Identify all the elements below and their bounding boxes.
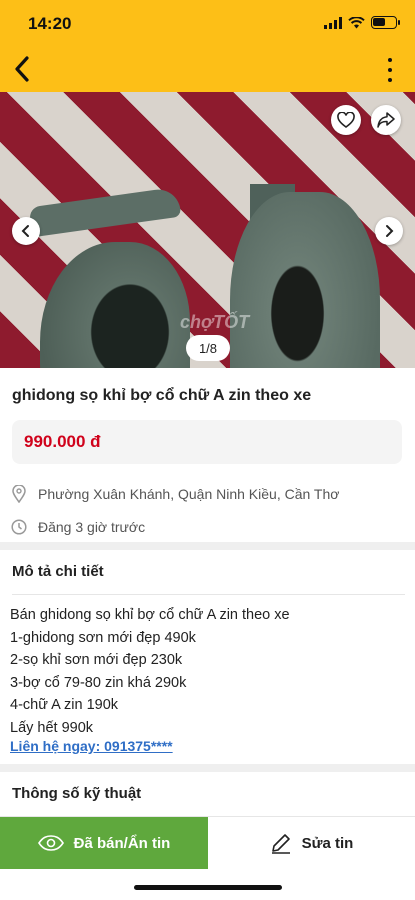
status-time: 14:20 (28, 14, 72, 33)
listing-price: 990.000 đ (24, 432, 101, 451)
section-divider (0, 542, 415, 550)
contact-link[interactable]: Liên hệ ngay: 091375**** (10, 738, 173, 754)
edit-listing-button[interactable]: Sửa tin (208, 817, 415, 869)
price-box: 990.000 đ (12, 420, 402, 464)
product-photo-part (40, 242, 190, 368)
action-bar: Đã bán/Ẩn tin Sửa tin (0, 816, 415, 869)
chevron-left-icon (15, 56, 29, 82)
divider (12, 594, 405, 595)
section-divider (0, 764, 415, 772)
eye-icon (37, 835, 64, 851)
description-line: 1-ghidong sơn mới đẹp 490k (10, 629, 196, 646)
product-photo-part (230, 192, 380, 368)
chevron-left-icon (21, 225, 29, 237)
location-text: Phường Xuân Khánh, Quận Ninh Kiều, Cần T… (38, 486, 340, 502)
image-counter: 1/8 (186, 335, 230, 361)
specs-heading: Thông số kỹ thuật (12, 785, 142, 802)
description-line: Bán ghidong sọ khỉ bợ cổ chữ A zin theo … (10, 607, 290, 623)
product-photo-part (28, 186, 182, 238)
more-options-button[interactable] (385, 58, 395, 82)
edit-listing-label: Sửa tin (301, 834, 354, 852)
back-button[interactable] (8, 54, 36, 84)
heart-icon (337, 112, 355, 128)
vertical-dots-icon (388, 58, 392, 62)
description-line: 4-chữ A zin 190k (10, 697, 119, 713)
watermark: chợTỐT (180, 312, 250, 332)
next-image-button[interactable] (375, 217, 403, 245)
battery-level (373, 18, 385, 26)
mark-sold-label: Đã bán/Ẩn tin (73, 834, 171, 852)
share-icon (377, 112, 395, 128)
battery-icon (371, 16, 400, 29)
status-icons (324, 16, 400, 29)
signal-icon (324, 16, 342, 29)
location-row: Phường Xuân Khánh, Quận Ninh Kiều, Cần T… (10, 485, 339, 503)
share-button[interactable] (371, 105, 401, 135)
description-line: Lấy hết 990k (10, 719, 94, 736)
chevron-right-icon (386, 225, 394, 237)
posted-time: Đăng 3 giờ trước (38, 519, 146, 535)
home-indicator (134, 885, 282, 890)
posted-row: Đăng 3 giờ trước (10, 518, 145, 536)
previous-image-button[interactable] (12, 217, 40, 245)
favorite-button[interactable] (331, 105, 361, 135)
app-header: 14:20 (0, 0, 415, 92)
mark-sold-button[interactable]: Đã bán/Ẩn tin (0, 817, 208, 869)
location-pin-icon (10, 485, 28, 503)
clock-icon (10, 518, 28, 536)
wifi-icon (348, 16, 365, 28)
pencil-icon (271, 834, 290, 854)
description-line: 2-sọ khỉ sơn mới đẹp 230k (10, 652, 183, 668)
image-gallery[interactable]: chợTỐT 1/8 (0, 92, 415, 368)
description-line: 3-bợ cổ 79-80 zin khá 290k (10, 674, 187, 691)
description-body: Bán ghidong sọ khỉ bợ cổ chữ A zin theo … (10, 604, 290, 739)
description-heading: Mô tả chi tiết (12, 563, 104, 580)
listing-title: ghidong sọ khỉ bợ cổ chữ A zin theo xe (12, 387, 312, 404)
